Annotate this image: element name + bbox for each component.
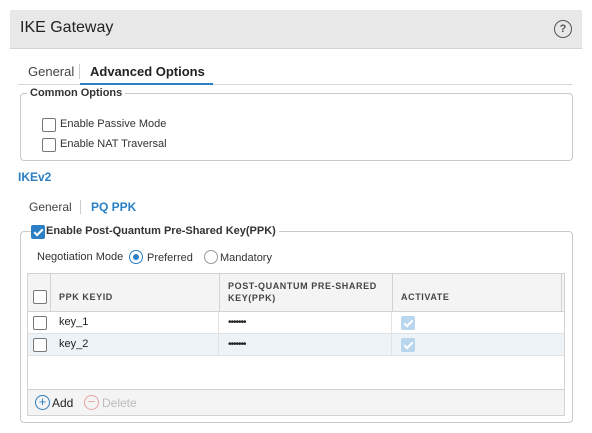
table-header: PPK KEYID POST-QUANTUM PRE-SHARED KEY(PP… (28, 274, 564, 312)
row-select-cell (28, 334, 50, 355)
row-key-masked[interactable]: ••••••• (220, 312, 392, 333)
tab-separator (79, 64, 80, 79)
tab-separator (80, 200, 81, 214)
tab-general[interactable]: General (28, 64, 74, 79)
negotiation-mode-label: Negotiation Mode (37, 251, 124, 263)
tab-advanced-options[interactable]: Advanced Options (90, 64, 205, 79)
table-row[interactable]: key_2 ••••••• (28, 334, 564, 356)
help-icon[interactable]: ? (554, 20, 572, 38)
tab-ikev2-general[interactable]: General (29, 200, 72, 214)
preferred-label: Preferred (147, 252, 193, 264)
header-select-cell (28, 274, 51, 311)
nat-traversal-checkbox[interactable] (42, 138, 56, 152)
col-ppk-keyid-label: PPK KEYID (59, 292, 113, 302)
table-row[interactable]: key_1 ••••••• (28, 312, 564, 334)
passive-mode-label: Enable Passive Mode (60, 118, 167, 130)
col-ppk-key[interactable]: POST-QUANTUM PRE-SHARED KEY(PPK) (220, 274, 393, 311)
common-options-legend: Common Options (27, 87, 126, 99)
row-checkbox[interactable] (33, 316, 47, 330)
row-key-masked[interactable]: ••••••• (220, 334, 392, 355)
row-activate-checkbox[interactable] (401, 338, 415, 352)
row-activate-checkbox[interactable] (401, 316, 415, 330)
ikev2-section-label: IKEv2 (18, 170, 52, 184)
delete-icon[interactable]: − (84, 395, 99, 410)
add-button[interactable]: Add (52, 396, 73, 410)
preferred-radio[interactable] (129, 250, 143, 264)
add-icon[interactable]: + (35, 395, 50, 410)
enable-ppk-checkbox[interactable] (31, 225, 45, 239)
row-select-cell (28, 312, 50, 333)
active-tab-underline (80, 83, 213, 85)
dialog-title: IKE Gateway (20, 19, 114, 36)
select-all-checkbox[interactable] (33, 290, 47, 304)
col-ppk-key-label-line2: KEY(PPK) (228, 293, 276, 303)
row-activate-cell (393, 312, 561, 333)
col-activate-label: ACTIVATE (401, 292, 450, 302)
col-activate[interactable]: ACTIVATE (393, 274, 562, 311)
row-activate-cell (393, 334, 561, 355)
tab-pq-ppk[interactable]: PQ PPK (91, 200, 136, 214)
delete-button[interactable]: Delete (102, 396, 137, 410)
row-checkbox[interactable] (33, 338, 47, 352)
mandatory-label: Mandatory (220, 252, 272, 264)
table-footer: + Add − Delete (28, 389, 564, 415)
ppk-table: PPK KEYID POST-QUANTUM PRE-SHARED KEY(PP… (27, 273, 565, 416)
enable-ppk-label: Enable Post-Quantum Pre-Shared Key(PPK) (45, 225, 279, 237)
col-ppk-key-label-line1: POST-QUANTUM PRE-SHARED (228, 281, 377, 291)
dialog-titlebar: IKE Gateway ? (10, 10, 582, 49)
passive-mode-checkbox[interactable] (42, 118, 56, 132)
main-tabs: General Advanced Options (18, 60, 572, 85)
nat-traversal-label: Enable NAT Traversal (60, 138, 167, 150)
row-keyid[interactable]: key_1 (51, 312, 219, 333)
row-keyid[interactable]: key_2 (51, 334, 219, 355)
mandatory-radio[interactable] (204, 250, 218, 264)
col-ppk-keyid[interactable]: PPK KEYID (51, 274, 220, 311)
